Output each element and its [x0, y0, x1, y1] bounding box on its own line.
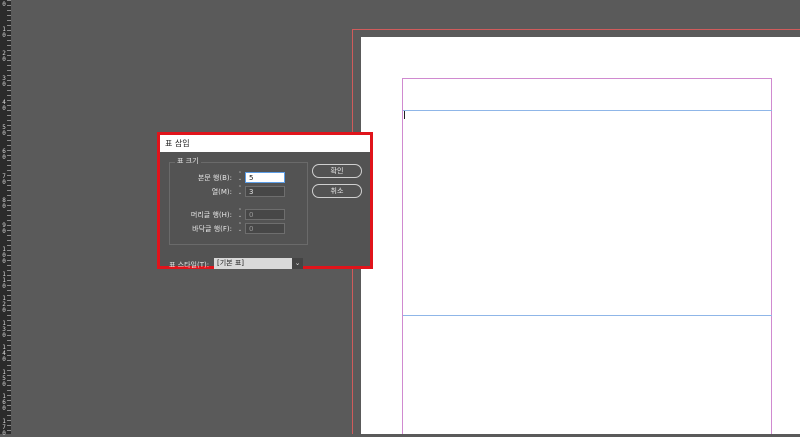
dialog-title: 표 삽입 — [160, 135, 370, 152]
header-rows-label: 머리글 행(H): — [190, 211, 232, 219]
body-rows-spinner[interactable]: ⌃ ⌄ — [237, 172, 243, 182]
ruler-label: 20 — [2, 50, 6, 63]
columns-spinner[interactable]: ⌃ ⌄ — [237, 186, 243, 196]
ruler-label: 80 — [2, 197, 6, 210]
chevron-down-icon[interactable]: ⌄ — [292, 258, 303, 269]
ruler-label: 90 — [2, 221, 6, 235]
body-rows-input[interactable]: 5 — [245, 172, 285, 183]
insert-table-dialog: 표 삽입 표 크기 본문 행(B): ⌃ ⌄ 5 열(M): ⌃ ⌄ 3 머리글 행… — [157, 132, 373, 269]
ruler-label: 60 — [2, 148, 6, 161]
ruler-label: 40 — [2, 99, 6, 112]
table-style-label: 표 스타일(T): — [169, 261, 210, 269]
vertical-ruler[interactable]: 0 10 20 30 40 50 60 70 80 90 100 110 120 130 140 150 160… — [0, 0, 11, 436]
ok-button[interactable]: 확인 — [312, 164, 362, 178]
ruler-label: 10 — [2, 25, 6, 39]
footer-rows-label: 바닥글 행(F): — [192, 225, 232, 233]
ruler-label: 130 — [2, 319, 6, 339]
text-frame-bottom-guide — [403, 315, 772, 316]
footer-rows-spinner[interactable]: ⌃ ⌄ — [237, 223, 243, 233]
text-frame-top-guide — [403, 110, 772, 111]
table-style-select[interactable]: [기본 표] — [214, 258, 303, 269]
ruler-label: 30 — [2, 74, 6, 88]
ruler-label: 150 — [2, 368, 6, 388]
ruler-label: 140 — [2, 344, 6, 363]
ruler-label: 120 — [2, 295, 6, 314]
ruler-label: 70 — [2, 172, 6, 186]
footer-rows-input[interactable]: 0 — [245, 223, 285, 234]
cancel-button[interactable]: 취소 — [312, 184, 362, 198]
columns-input[interactable]: 3 — [245, 186, 285, 197]
table-size-label: 표 크기 — [175, 156, 201, 166]
header-rows-input[interactable]: 0 — [245, 209, 285, 220]
ruler-label: 0 — [2, 1, 6, 8]
dialog-body: 표 크기 본문 행(B): ⌃ ⌄ 5 열(M): ⌃ ⌄ 3 머리글 행(H): … — [160, 152, 370, 269]
ruler-label: 100 — [2, 246, 6, 265]
body-rows-label: 본문 행(B): — [197, 174, 232, 182]
ruler-label: 110 — [2, 270, 6, 290]
margin-guide — [402, 78, 772, 434]
text-cursor — [404, 111, 405, 119]
header-rows-spinner[interactable]: ⌃ ⌄ — [237, 209, 243, 219]
columns-label: 열(M): — [211, 188, 232, 196]
ruler-label: 160 — [2, 393, 6, 412]
ruler-label: 50 — [2, 123, 6, 137]
